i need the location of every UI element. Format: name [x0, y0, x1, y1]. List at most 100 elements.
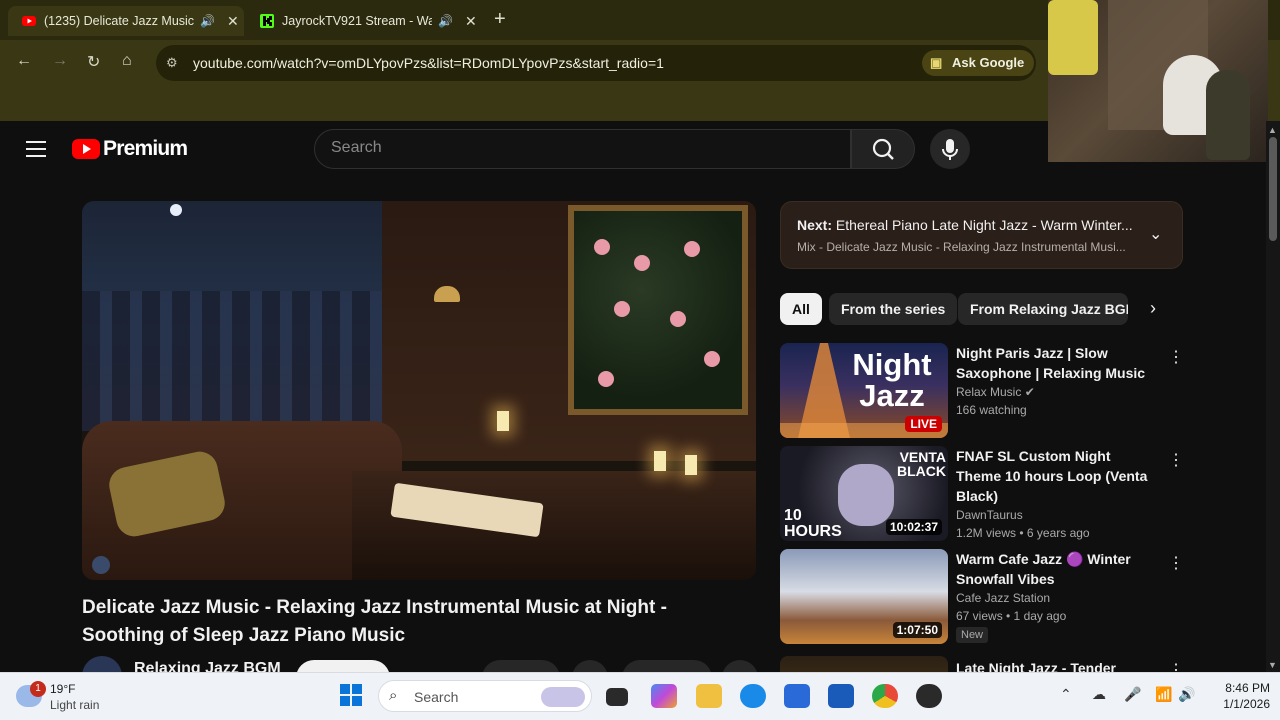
rec-channel[interactable]: Relax Music ✔	[956, 385, 1156, 399]
search-icon: ⌕	[389, 687, 398, 704]
video-frame-lamp	[434, 286, 460, 302]
start-button-icon[interactable]	[340, 684, 362, 706]
recommendation-item[interactable]: Night Jazz LIVE Night Paris Jazz | Slow …	[780, 343, 1190, 439]
speaker-icon[interactable]: 🔊	[200, 14, 215, 28]
microphone-icon[interactable]: 🎤	[1124, 686, 1141, 703]
rec-title[interactable]: Warm Cafe Jazz 🟣 Winter Snowfall Vibes	[956, 549, 1156, 589]
channel-watermark-icon[interactable]	[92, 556, 110, 574]
microsoft-store-icon[interactable]	[784, 684, 810, 708]
next-title: Ethereal Piano Late Night Jazz - Warm Wi…	[835, 217, 1133, 233]
microsoft-365-icon[interactable]	[651, 684, 677, 708]
rec-meta: 1.2M views • 6 years ago	[956, 526, 1090, 540]
scroll-down-icon[interactable]: ▼	[1268, 660, 1277, 670]
taskbar-search-label: Search	[414, 689, 459, 705]
recommendation-item[interactable]: Late Night Jazz - Tender Piano ⋮	[780, 656, 1190, 672]
chip-from-channel[interactable]: From Relaxing Jazz BGM	[958, 293, 1128, 325]
search-box[interactable]	[314, 129, 851, 169]
show-hidden-icons-icon[interactable]: ⌃	[1060, 686, 1072, 703]
edge-icon[interactable]	[740, 684, 766, 708]
video-title: Delicate Jazz Music - Relaxing Jazz Inst…	[82, 597, 667, 646]
search-icon	[872, 138, 894, 160]
scroll-up-icon[interactable]: ▲	[1268, 125, 1277, 135]
search-input[interactable]	[331, 139, 811, 157]
home-icon[interactable]: ⌂	[122, 52, 132, 70]
address-bar[interactable]: ⚙ youtube.com/watch?v=omDLYpovPzs&list=R…	[156, 45, 1036, 81]
search-button[interactable]	[851, 129, 915, 169]
video-frame-painting	[568, 205, 748, 415]
file-explorer-icon[interactable]	[696, 684, 722, 708]
animatronic-figure	[838, 464, 894, 526]
notification-badge: 1	[30, 681, 46, 697]
back-icon[interactable]: ←	[16, 52, 32, 70]
flower	[704, 351, 720, 367]
chrome-icon[interactable]	[872, 684, 898, 708]
more-options-icon[interactable]: ⋮	[1168, 450, 1184, 470]
recommendation-info: Warm Cafe Jazz 🟣 Winter Snowfall Vibes C…	[956, 549, 1156, 643]
lens-icon: ▣	[930, 55, 943, 70]
rec-channel[interactable]: Cafe Jazz Station	[956, 591, 1156, 605]
rec-title[interactable]: Night Paris Jazz | Slow Saxophone | Rela…	[956, 343, 1156, 383]
speaker-icon[interactable]: 🔊	[438, 14, 453, 28]
forward-icon[interactable]: →	[52, 52, 68, 70]
scroll-thumb[interactable]	[1269, 137, 1277, 241]
search-highlight-icon	[541, 687, 585, 707]
recommendation-item[interactable]: 1:07:50 Warm Cafe Jazz 🟣 Winter Snowfall…	[780, 549, 1190, 645]
taskbar-search[interactable]: ⌕ Search	[378, 680, 592, 712]
tab-youtube[interactable]: (1235) Delicate Jazz Music - Relaxing Ja…	[8, 6, 244, 36]
task-view-icon[interactable]	[606, 688, 628, 706]
rec-channel[interactable]: DawnTaurus	[956, 508, 1156, 522]
recommendation-item[interactable]: VENTA BLACK 10 HOURS 10:02:37 FNAF SL Cu…	[780, 446, 1190, 542]
ask-google-label: Ask Google	[952, 55, 1025, 70]
close-tab-icon[interactable]: ✕	[227, 13, 239, 30]
close-tab-icon[interactable]: ✕	[465, 13, 477, 30]
voice-search-button[interactable]	[930, 129, 970, 169]
reload-icon[interactable]: ↻	[87, 52, 100, 72]
candle	[654, 451, 666, 471]
game-app-icon[interactable]	[916, 684, 942, 708]
url-text: youtube.com/watch?v=omDLYpovPzs&list=RDo…	[193, 55, 664, 71]
premium-brand[interactable]: Premium	[103, 137, 188, 161]
more-options-icon[interactable]: ⋮	[1168, 347, 1184, 367]
more-options-icon[interactable]: ⋮	[1168, 553, 1184, 573]
thumbnail-caption: Night Jazz	[852, 347, 932, 413]
video-frame-moon	[170, 204, 182, 216]
chip-all[interactable]: All	[780, 293, 822, 325]
thumbnail[interactable]	[780, 656, 948, 672]
recommendation-info: Late Night Jazz - Tender Piano	[956, 658, 1156, 672]
chevron-right-icon[interactable]: ›	[1150, 298, 1156, 319]
onedrive-icon[interactable]: ☁	[1092, 686, 1106, 703]
chip-from-series[interactable]: From the series	[829, 293, 958, 325]
rec-title[interactable]: Late Night Jazz - Tender Piano	[956, 658, 1156, 672]
weather-widget[interactable]: 1 19°F Light rain	[16, 681, 136, 715]
outlook-icon[interactable]	[828, 684, 854, 708]
rec-meta: 67 views • 1 day ago	[956, 609, 1067, 623]
tab-kick[interactable]: JayrockTV921 Stream - Watch 🔊 ✕	[250, 6, 480, 36]
wifi-icon[interactable]: 📶	[1155, 686, 1172, 703]
clock-time: 8:46 PM	[1225, 681, 1270, 695]
page-scrollbar[interactable]: ▲ ▼	[1266, 121, 1280, 672]
more-options-icon[interactable]: ⋮	[1168, 660, 1184, 672]
chevron-down-icon[interactable]: ⌄	[1149, 224, 1162, 244]
screen: (1235) Delicate Jazz Music - Relaxing Ja…	[0, 0, 1280, 720]
up-next-panel[interactable]: Next: Ethereal Piano Late Night Jazz - W…	[780, 201, 1183, 269]
video-frame-city	[82, 291, 382, 431]
rec-title[interactable]: FNAF SL Custom Night Theme 10 hours Loop…	[956, 446, 1156, 506]
kick-favicon-icon	[260, 14, 274, 28]
ask-google-button[interactable]: ▣ Ask Google	[922, 50, 1035, 76]
weather-temp: 19°F	[50, 682, 76, 696]
flower	[670, 311, 686, 327]
flower	[594, 239, 610, 255]
rec-meta: 166 watching	[956, 403, 1027, 417]
thumbnail[interactable]: VENTA BLACK 10 HOURS 10:02:37	[780, 446, 948, 541]
site-info-icon[interactable]: ⚙	[166, 55, 178, 71]
flower	[684, 241, 700, 257]
video-player[interactable]	[82, 201, 756, 580]
youtube-logo-icon[interactable]	[72, 139, 100, 159]
volume-icon[interactable]: 🔊	[1178, 686, 1195, 703]
system-clock[interactable]: 8:46 PM 1/1/2026	[1204, 680, 1270, 712]
new-tab-icon[interactable]: +	[494, 8, 506, 31]
menu-icon[interactable]	[26, 141, 46, 157]
thumbnail[interactable]: 1:07:50	[780, 549, 948, 644]
candle	[497, 411, 509, 431]
thumbnail[interactable]: Night Jazz LIVE	[780, 343, 948, 438]
